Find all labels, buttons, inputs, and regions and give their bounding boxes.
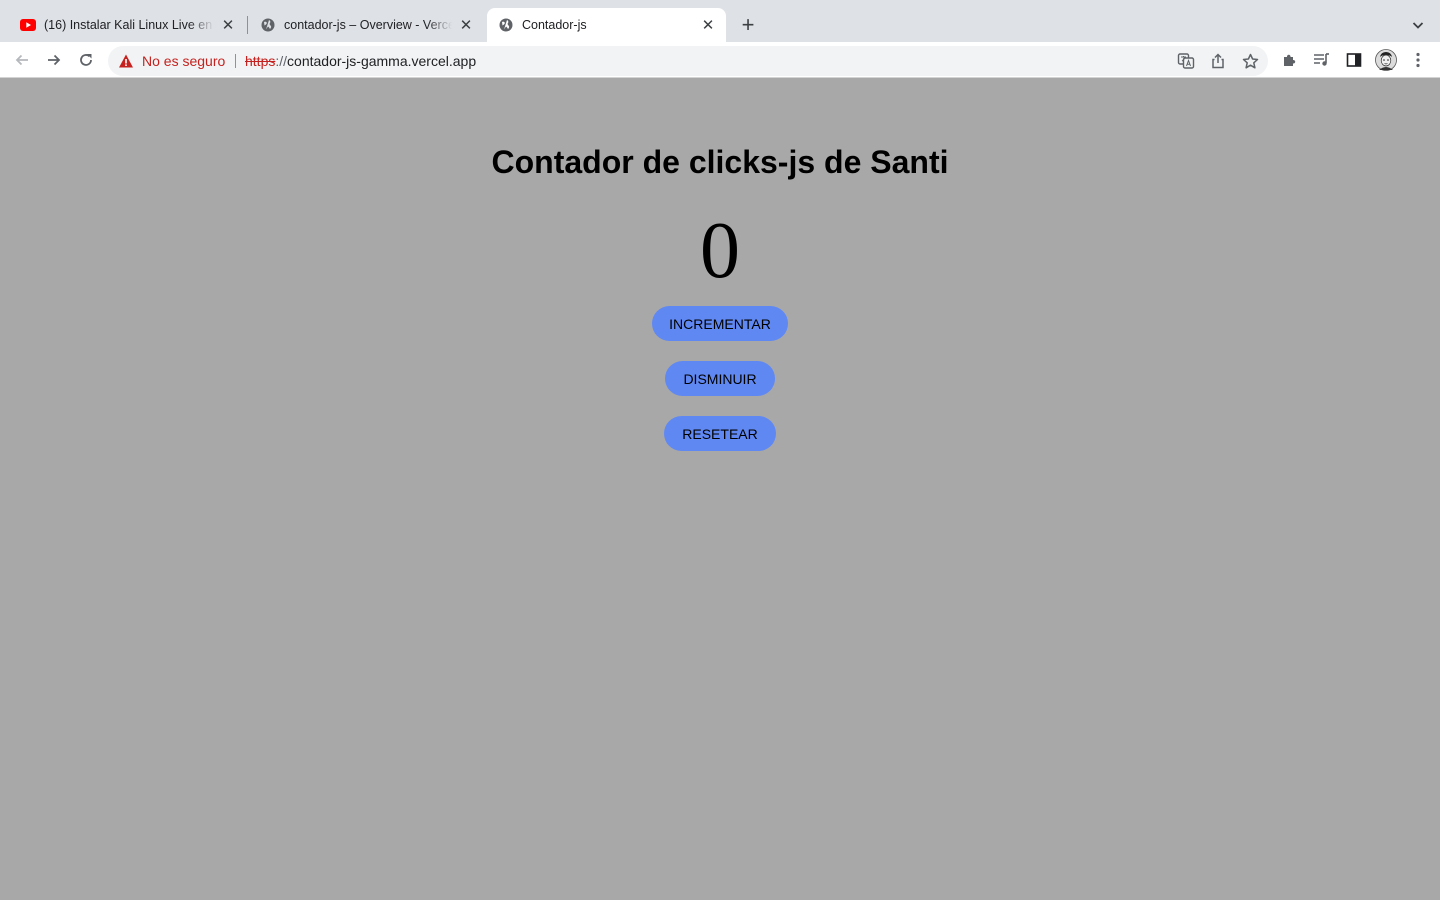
close-tab-icon[interactable]: ✕ — [458, 17, 474, 34]
omnibox-divider — [235, 54, 236, 68]
close-tab-icon[interactable]: ✕ — [220, 17, 236, 34]
tab-title: contador-js – Overview - Vercel — [284, 18, 452, 32]
warning-icon[interactable] — [118, 53, 134, 69]
new-tab-button[interactable]: + — [736, 12, 760, 37]
side-panel-icon[interactable] — [1340, 46, 1368, 74]
forward-arrow-icon — [48, 54, 61, 66]
security-status[interactable]: No es seguro — [142, 53, 225, 69]
url-separator: :// — [275, 53, 288, 69]
extensions-icon[interactable] — [1276, 46, 1304, 74]
tab-title: Contador-js — [522, 18, 587, 32]
increment-button[interactable]: INCREMENTAR — [652, 306, 788, 341]
decrement-button[interactable]: DISMINUIR — [665, 361, 775, 396]
more-menu-icon[interactable] — [1404, 46, 1432, 74]
tab-vercel-overview[interactable]: contador-js – Overview - Vercel ✕ — [248, 8, 484, 42]
youtube-icon — [20, 17, 36, 33]
reload-icon — [80, 54, 92, 66]
forward-button[interactable] — [40, 46, 68, 74]
url-text[interactable]: https://contador-js-gamma.vercel.app — [245, 53, 476, 69]
tab-title: (16) Instalar Kali Linux Live en U — [44, 18, 214, 32]
back-button[interactable] — [8, 46, 36, 74]
tab-strip: (16) Instalar Kali Linux Live en U ✕ con… — [0, 0, 1440, 42]
reset-button[interactable]: RESETEAR — [664, 416, 776, 451]
back-arrow-icon — [15, 54, 28, 66]
url-scheme: https — [245, 53, 276, 69]
globe-icon — [498, 17, 514, 33]
profile-avatar[interactable] — [1372, 46, 1400, 74]
share-icon[interactable] — [1206, 49, 1230, 73]
chevron-down-icon[interactable] — [1406, 13, 1430, 37]
translate-icon[interactable] — [1174, 49, 1198, 73]
page-title: Contador de clicks-js de Santi — [491, 144, 949, 180]
url-host: contador-js-gamma.vercel.app — [287, 53, 477, 69]
bookmark-star-icon[interactable] — [1238, 49, 1262, 73]
address-bar[interactable]: No es seguro https://contador-js-gamma.v… — [108, 46, 1268, 76]
media-controls-icon[interactable] — [1308, 46, 1336, 74]
counter-value: 0 — [700, 207, 740, 295]
browser-toolbar: No es seguro https://contador-js-gamma.v… — [0, 42, 1440, 78]
page-content: Contador de clicks-js de Santi 0 INCREME… — [0, 78, 1440, 900]
reload-button[interactable] — [72, 46, 100, 74]
globe-icon — [260, 17, 276, 33]
tab-youtube[interactable]: (16) Instalar Kali Linux Live en U ✕ — [0, 8, 246, 42]
tab-contador-js[interactable]: Contador-js ✕ — [487, 8, 726, 42]
close-tab-icon[interactable]: ✕ — [700, 17, 716, 34]
